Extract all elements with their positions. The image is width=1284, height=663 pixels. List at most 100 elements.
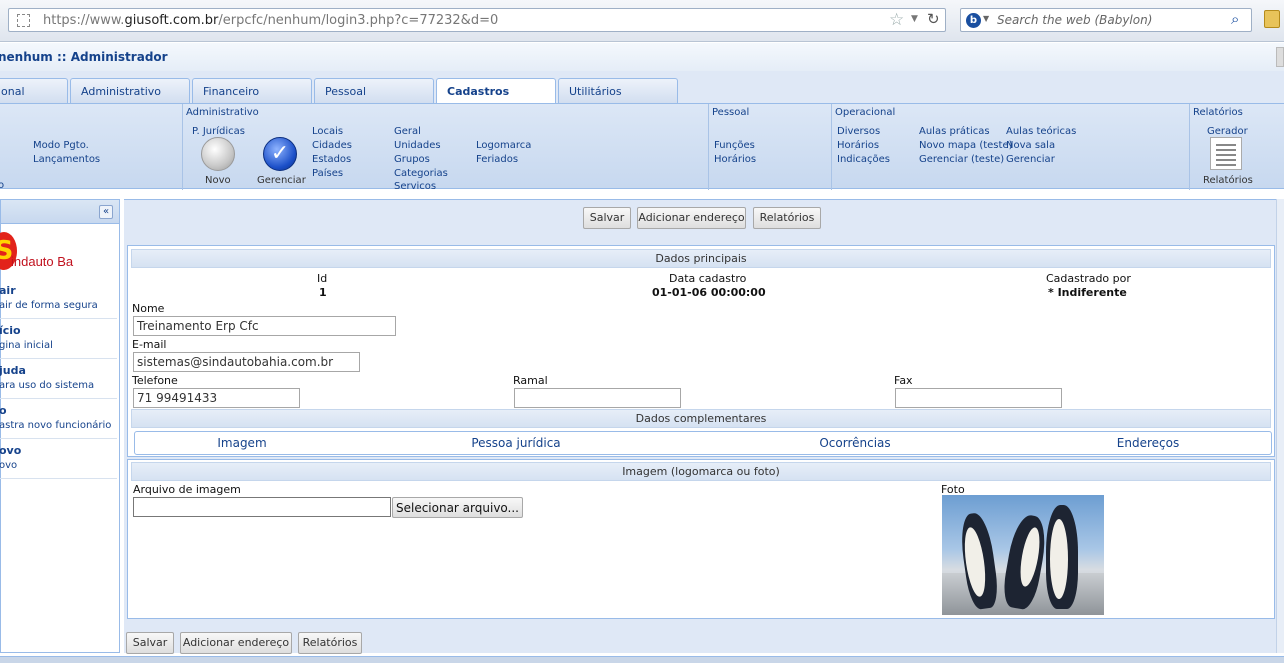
babylon-engine-icon[interactable]: b: [966, 13, 981, 28]
sidebar-item-desc: air de forma segura: [0, 300, 98, 311]
tab-operacional[interactable]: onal: [0, 78, 68, 103]
ribbon-gerenciar-label[interactable]: Gerenciar: [257, 175, 306, 186]
tab-pessoal[interactable]: Pessoal: [314, 78, 434, 103]
url-text[interactable]: https://www.giusoft.com.br/erpcfc/nenhum…: [43, 13, 498, 28]
ribbon-link-modo-pgto[interactable]: Modo Pgto.: [33, 140, 89, 151]
tab-financeiro[interactable]: Financeiro: [192, 78, 312, 103]
sidebar-header: «: [1, 200, 119, 224]
ribbon-link-servicos[interactable]: Serviços: [394, 181, 436, 189]
created-date-value: 01-01-06 00:00:00: [652, 286, 766, 299]
tab-cadastros[interactable]: Cadastros: [436, 78, 556, 104]
ribbon-link-diversos[interactable]: Diversos: [837, 126, 880, 137]
main-content: Salvar Adicionar endereço Relatórios Dad…: [124, 199, 1284, 654]
ribbon-link-categorias[interactable]: Categorias: [394, 168, 448, 179]
reports-button[interactable]: Relatórios: [753, 207, 821, 229]
ribbon-link-nova-sala[interactable]: Nova sala: [1006, 140, 1055, 151]
email-field[interactable]: sistemas@sindautobahia.com.br: [133, 352, 360, 372]
ribbon-link-aulas-teoricas[interactable]: Aulas teóricas: [1006, 126, 1076, 137]
ribbon-link-partial[interactable]: o: [0, 180, 4, 191]
tab-pessoa-juridica[interactable]: Pessoa jurídica: [411, 432, 621, 454]
ribbon-relatorios-label[interactable]: Relatórios: [1203, 175, 1253, 186]
ribbon-section-operacional: Operacional Diversos Horários Indicações…: [832, 104, 1190, 190]
name-label: Nome: [132, 302, 165, 315]
reports-button-bottom[interactable]: Relatórios: [298, 632, 362, 654]
address-bar[interactable]: https://www.giusoft.com.br/erpcfc/nenhum…: [8, 8, 946, 32]
sidebar-item-title: ovo: [0, 444, 22, 457]
ribbon-link-gerenciar-op[interactable]: Gerenciar: [1006, 154, 1055, 165]
tab-imagem[interactable]: Imagem: [135, 432, 349, 454]
bookmark-star-icon[interactable]: ☆: [889, 10, 904, 30]
main-data-panel: Dados principais Id 1 Data cadastro 01-0…: [127, 245, 1275, 457]
extension-field[interactable]: [514, 388, 681, 408]
ribbon-link-grupos[interactable]: Grupos: [394, 154, 430, 165]
url-path: /erpcfc/nenhum/login3.php?c=77232&d=0: [218, 13, 499, 28]
sidebar-item-funcionario[interactable]: o astra novo funcionário: [0, 399, 117, 439]
history-dropdown-icon[interactable]: ▼: [911, 14, 918, 24]
tab-utilitarios[interactable]: Utilitários: [558, 78, 678, 103]
penguin-belly: [1050, 519, 1068, 599]
ribbon-link-feriados[interactable]: Feriados: [476, 154, 518, 165]
manage-check-icon[interactable]: ✓: [263, 137, 297, 171]
search-placeholder: Search the web (Babylon): [997, 13, 1153, 27]
sidebar-item-desc: gina inicial: [0, 340, 53, 351]
sidebar-item-inicio[interactable]: ício gina inicial: [0, 319, 117, 359]
new-record-icon[interactable]: [201, 137, 235, 171]
addon-icon[interactable]: [1264, 10, 1280, 28]
save-button[interactable]: Salvar: [583, 207, 631, 229]
ribbon-link-aulas-praticas[interactable]: Aulas práticas: [919, 126, 990, 137]
sidebar-item-ajuda[interactable]: juda ara uso do sistema: [0, 359, 117, 399]
ribbon-link-estados[interactable]: Estados: [312, 154, 351, 165]
select-file-button[interactable]: Selecionar arquivo...: [392, 497, 523, 518]
phone-field[interactable]: 71 99491433: [133, 388, 300, 408]
name-field[interactable]: Treinamento Erp Cfc: [133, 316, 396, 336]
engine-dropdown-icon[interactable]: ▼: [983, 14, 989, 23]
main-tabs: onal Administrativo Financeiro Pessoal C…: [0, 71, 1284, 104]
ribbon: Modo Pgto. Lançamentos o Administrativo …: [0, 103, 1284, 191]
ribbon-link-indicacoes[interactable]: Indicações: [837, 154, 890, 165]
ribbon-link-paises[interactable]: Países: [312, 168, 343, 179]
search-icon[interactable]: ⌕: [1231, 10, 1239, 28]
header-scrollbar[interactable]: [1276, 47, 1284, 67]
created-by-label: Cadastrado por: [1046, 272, 1131, 285]
ribbon-link-cidades[interactable]: Cidades: [312, 140, 352, 151]
ribbon-novo-label[interactable]: Novo: [205, 175, 231, 186]
app-header: nenhum :: Administrador: [0, 43, 1284, 71]
web-search-box[interactable]: b ▼ Search the web (Babylon) ⌕: [960, 8, 1252, 32]
complementary-tabs: Imagem Pessoa jurídica Ocorrências Ender…: [134, 431, 1272, 455]
page-icon: [17, 14, 30, 27]
ribbon-link-gerador[interactable]: Gerador: [1207, 126, 1248, 137]
sidebar-item-sair[interactable]: air air de forma segura: [0, 279, 117, 319]
section-header-imagem: Imagem (logomarca ou foto): [131, 462, 1271, 481]
sidebar-item-desc: astra novo funcionário: [0, 420, 112, 431]
ribbon-link-novo-mapa[interactable]: Novo mapa (teste): [919, 140, 1013, 151]
tab-administrativo[interactable]: Administrativo: [70, 78, 190, 103]
collapse-sidebar-icon[interactable]: «: [99, 205, 113, 219]
ribbon-link-geral[interactable]: Geral: [394, 126, 421, 137]
image-file-input[interactable]: [133, 497, 391, 517]
ribbon-link-logomarca[interactable]: Logomarca: [476, 140, 531, 151]
email-label: E-mail: [132, 338, 167, 351]
add-address-button-bottom[interactable]: Adicionar endereço: [180, 632, 292, 654]
sidebar-item-desc: ara uso do sistema: [0, 380, 95, 391]
section-header-dados-principais: Dados principais: [131, 249, 1271, 268]
ribbon-link-locais[interactable]: Locais: [312, 126, 343, 137]
ribbon-link-horarios-op[interactable]: Horários: [837, 140, 879, 151]
report-document-icon[interactable]: [1210, 137, 1242, 170]
tab-ocorrencias[interactable]: Ocorrências: [750, 432, 960, 454]
right-scrollbar[interactable]: [1276, 199, 1284, 653]
save-button-bottom[interactable]: Salvar: [126, 632, 174, 654]
ribbon-section-title: Pessoal: [712, 107, 750, 118]
reload-icon[interactable]: ↻: [927, 10, 940, 28]
ribbon-link-funcoes[interactable]: Funções: [714, 140, 755, 151]
sidebar-item-novo[interactable]: ovo ovo: [0, 439, 117, 479]
id-label: Id: [317, 272, 328, 285]
sidebar: « S indauto Ba air air de forma segura í…: [0, 199, 120, 653]
tab-enderecos[interactable]: Endereços: [1043, 432, 1253, 454]
ribbon-link-horarios[interactable]: Horários: [714, 154, 756, 165]
fax-field[interactable]: [895, 388, 1062, 408]
ribbon-link-unidades[interactable]: Unidades: [394, 140, 441, 151]
ribbon-link-gerenciar-teste[interactable]: Gerenciar (teste): [919, 154, 1004, 165]
add-address-button[interactable]: Adicionar endereço: [637, 207, 746, 229]
app-title: nenhum :: Administrador: [0, 50, 168, 64]
ribbon-link-lancamentos[interactable]: Lançamentos: [33, 154, 100, 165]
